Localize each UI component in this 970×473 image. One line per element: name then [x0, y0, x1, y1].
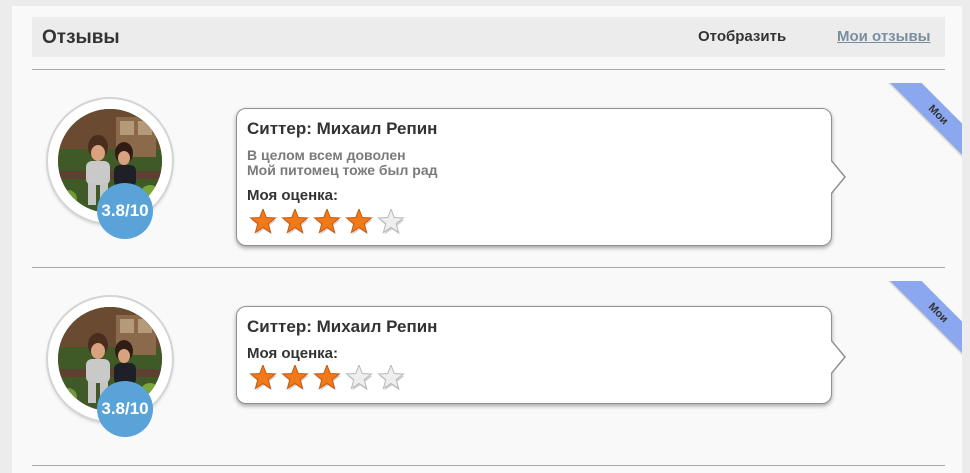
review-comment-line: В целом всем доволен [247, 147, 406, 163]
star-filled-icon[interactable] [248, 209, 280, 237]
bubble-arrow-fill [830, 340, 844, 374]
display-label: Отобразить [698, 28, 787, 45]
star-empty-icon[interactable] [344, 365, 376, 393]
my-review-ribbon: Мои [872, 83, 962, 173]
ribbon-label: Мои [887, 83, 962, 166]
review-comment: В целом всем доволен Мой питомец тоже бы… [247, 148, 438, 178]
my-review-ribbon: Мои [872, 281, 962, 371]
my-rating-label: Моя оценка: [247, 345, 339, 362]
review-bubble: Ситтер: Михаил Репин Моя оценка: [236, 306, 846, 404]
star-filled-icon[interactable] [280, 365, 312, 393]
sitter-rating-badge: 3.8/10 [97, 381, 153, 437]
review-item: 3.8/10 Ситтер: Михаил Репин Моя оценка: … [12, 268, 962, 464]
reviews-panel: Отзывы Отобразить Мои отзывы 3.8/10 Ситт… [12, 6, 962, 473]
sitter-name: Ситтер: Михаил Репин [247, 317, 438, 336]
reviews-header: Отзывы Отобразить Мои отзывы [32, 17, 945, 57]
my-rating-stars[interactable] [248, 365, 408, 393]
star-filled-icon[interactable] [312, 365, 344, 393]
star-empty-icon[interactable] [376, 365, 408, 393]
review-bubble: Ситтер: Михаил Репин В целом всем доволе… [236, 108, 846, 246]
star-filled-icon[interactable] [344, 209, 376, 237]
bubble-arrow-fill [830, 160, 844, 194]
review-comment-line: Мой питомец тоже был рад [247, 162, 438, 178]
sitter-rating-badge: 3.8/10 [97, 183, 153, 239]
star-filled-icon[interactable] [280, 209, 312, 237]
ribbon-label: Мои [887, 281, 962, 364]
page-title: Отзывы [42, 27, 120, 48]
star-filled-icon[interactable] [312, 209, 344, 237]
my-rating-label: Моя оценка: [247, 187, 339, 204]
my-reviews-link[interactable]: Мои отзывы [837, 28, 930, 45]
divider [32, 465, 945, 466]
my-rating-stars[interactable] [248, 209, 408, 237]
star-filled-icon[interactable] [248, 365, 280, 393]
review-item: 3.8/10 Ситтер: Михаил Репин В целом всем… [12, 70, 962, 266]
star-empty-icon[interactable] [376, 209, 408, 237]
sitter-name: Ситтер: Михаил Репин [247, 119, 438, 138]
